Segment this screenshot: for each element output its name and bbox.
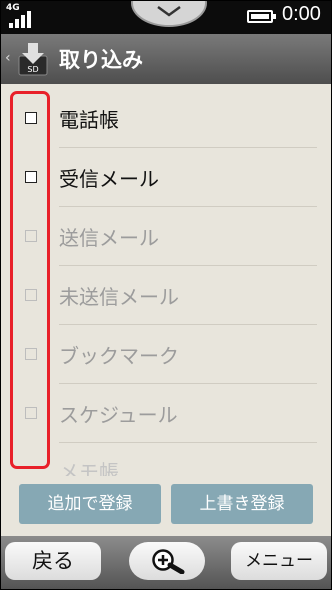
list-item-phonebook[interactable]: 電話帳 [1,90,331,148]
list-item-sent-mail: 送信メール [1,208,331,266]
checkbox-column-highlight [10,91,50,469]
back-chevron-icon[interactable]: ‹ [5,50,11,66]
list-item-label: 電話帳 [59,108,119,132]
list-item-label: スケジュール [59,403,178,427]
divider [59,383,317,384]
notification-pull-handle[interactable] [131,1,207,27]
add-register-button[interactable]: 追加で登録 [19,484,161,524]
clock: 0:00 [282,3,321,25]
signal-icon [9,10,37,28]
list-item-label: 送信メール [59,226,159,250]
page-title: 取り込み [59,48,143,72]
zoom-in-icon [152,549,185,574]
title-bar: ‹ SD 取り込み [1,34,331,84]
list-item-bookmark: ブックマーク [1,326,331,384]
zoom-softkey[interactable] [129,542,205,580]
import-item-list: 電話帳 受信メール 送信メール 未送信メール ブックマーク スケジュール メモ帳 [1,84,331,476]
list-item-label: メモ帳 [59,460,119,476]
divider [59,324,317,325]
menu-softkey[interactable]: メニュー [231,542,327,580]
list-item-received-mail[interactable]: 受信メール [1,149,331,207]
sd-import-icon: SD [18,43,48,76]
list-item-schedule: スケジュール [1,385,331,443]
back-softkey[interactable]: 戻る [5,542,101,580]
divider [59,265,317,266]
screen: 4G 0:00 ‹ SD 取り込み 電話帳 受信メール 送信メール 未送信メール… [1,1,331,589]
list-item-label: 未送信メール [59,285,179,309]
overwrite-register-button[interactable]: 上書き登録 [171,484,313,524]
action-bar: 追加で登録 上書き登録 [1,476,331,536]
list-item-unsent-mail: 未送信メール [1,267,331,325]
status-bar: 4G 0:00 [1,1,331,34]
divider [59,147,317,148]
softkey-bar: 戻る メニュー [1,536,331,589]
list-item-label: ブックマーク [59,344,179,368]
divider [59,442,317,443]
battery-icon [247,10,276,23]
list-item-label: 受信メール [59,167,159,191]
divider [59,206,317,207]
chevron-down-icon [157,5,181,17]
svg-text:SD: SD [27,65,38,74]
list-item-memo: メモ帳 [1,444,331,476]
